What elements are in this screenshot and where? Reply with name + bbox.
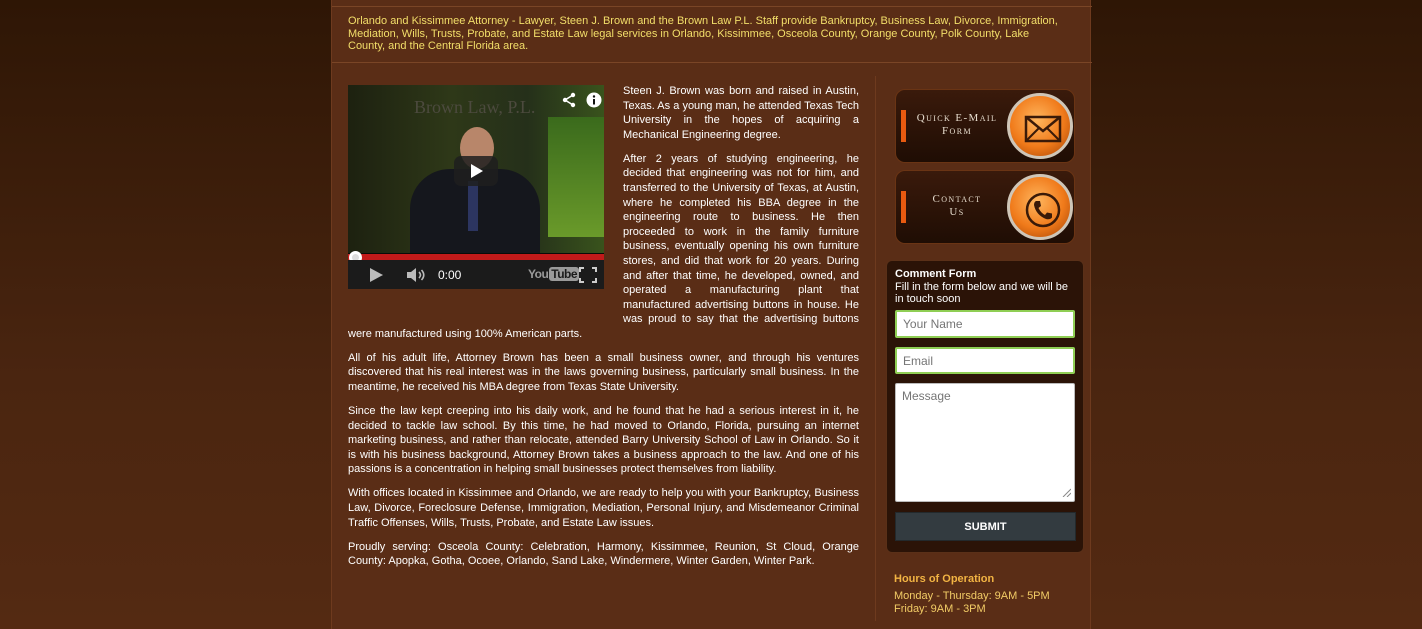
bio-paragraph: Since the law kept creeping into his dai… [348, 405, 859, 476]
phone-icon [1025, 192, 1061, 228]
message-textarea[interactable] [895, 383, 1075, 502]
form-title: Comment Form [895, 268, 977, 280]
bio-paragraph: All of his adult life, Attorney Brown ha… [348, 351, 859, 394]
contact-label-line2: Us [949, 206, 965, 218]
hours-title: Hours of Operation [894, 573, 995, 585]
bio-paragraph: Proudly serving: Osceola County: Celebra… [348, 540, 859, 568]
form-subtitle: Fill in the form below and we will be in… [895, 281, 1069, 305]
intro-text: Orlando and Kissimmee Attorney - Lawyer,… [348, 15, 1058, 53]
top-divider [332, 6, 1092, 7]
contact-us-button[interactable]: Contact Us [895, 170, 1075, 244]
bio-text: Steen J. Brown was born and raised in Au… [348, 84, 859, 578]
intro-divider [332, 62, 1092, 63]
hours-weekdays: Monday - Thursday: 9AM - 5PM [894, 590, 1050, 602]
email-input[interactable] [895, 347, 1075, 374]
contact-label-line1: Contact [932, 193, 982, 205]
name-input[interactable] [895, 310, 1075, 338]
quick-email-form-button[interactable]: Quick E-Mail Form [895, 89, 1075, 163]
bio-paragraph: With offices located in Kissimmee and Or… [348, 487, 859, 529]
envelope-icon [1024, 115, 1062, 143]
quick-email-label-line2: Form [942, 125, 972, 137]
resize-grip-icon[interactable] [1061, 487, 1071, 497]
main-content: Orlando and Kissimmee Attorney - Lawyer,… [331, 0, 1092, 629]
column-divider [875, 76, 876, 621]
quick-email-label-line1: Quick E-Mail [916, 112, 998, 124]
hours-friday: Friday: 9AM - 3PM [894, 603, 986, 615]
comment-form: Comment Form Fill in the form below and … [886, 260, 1084, 553]
submit-button[interactable]: SUBMIT [895, 512, 1076, 541]
